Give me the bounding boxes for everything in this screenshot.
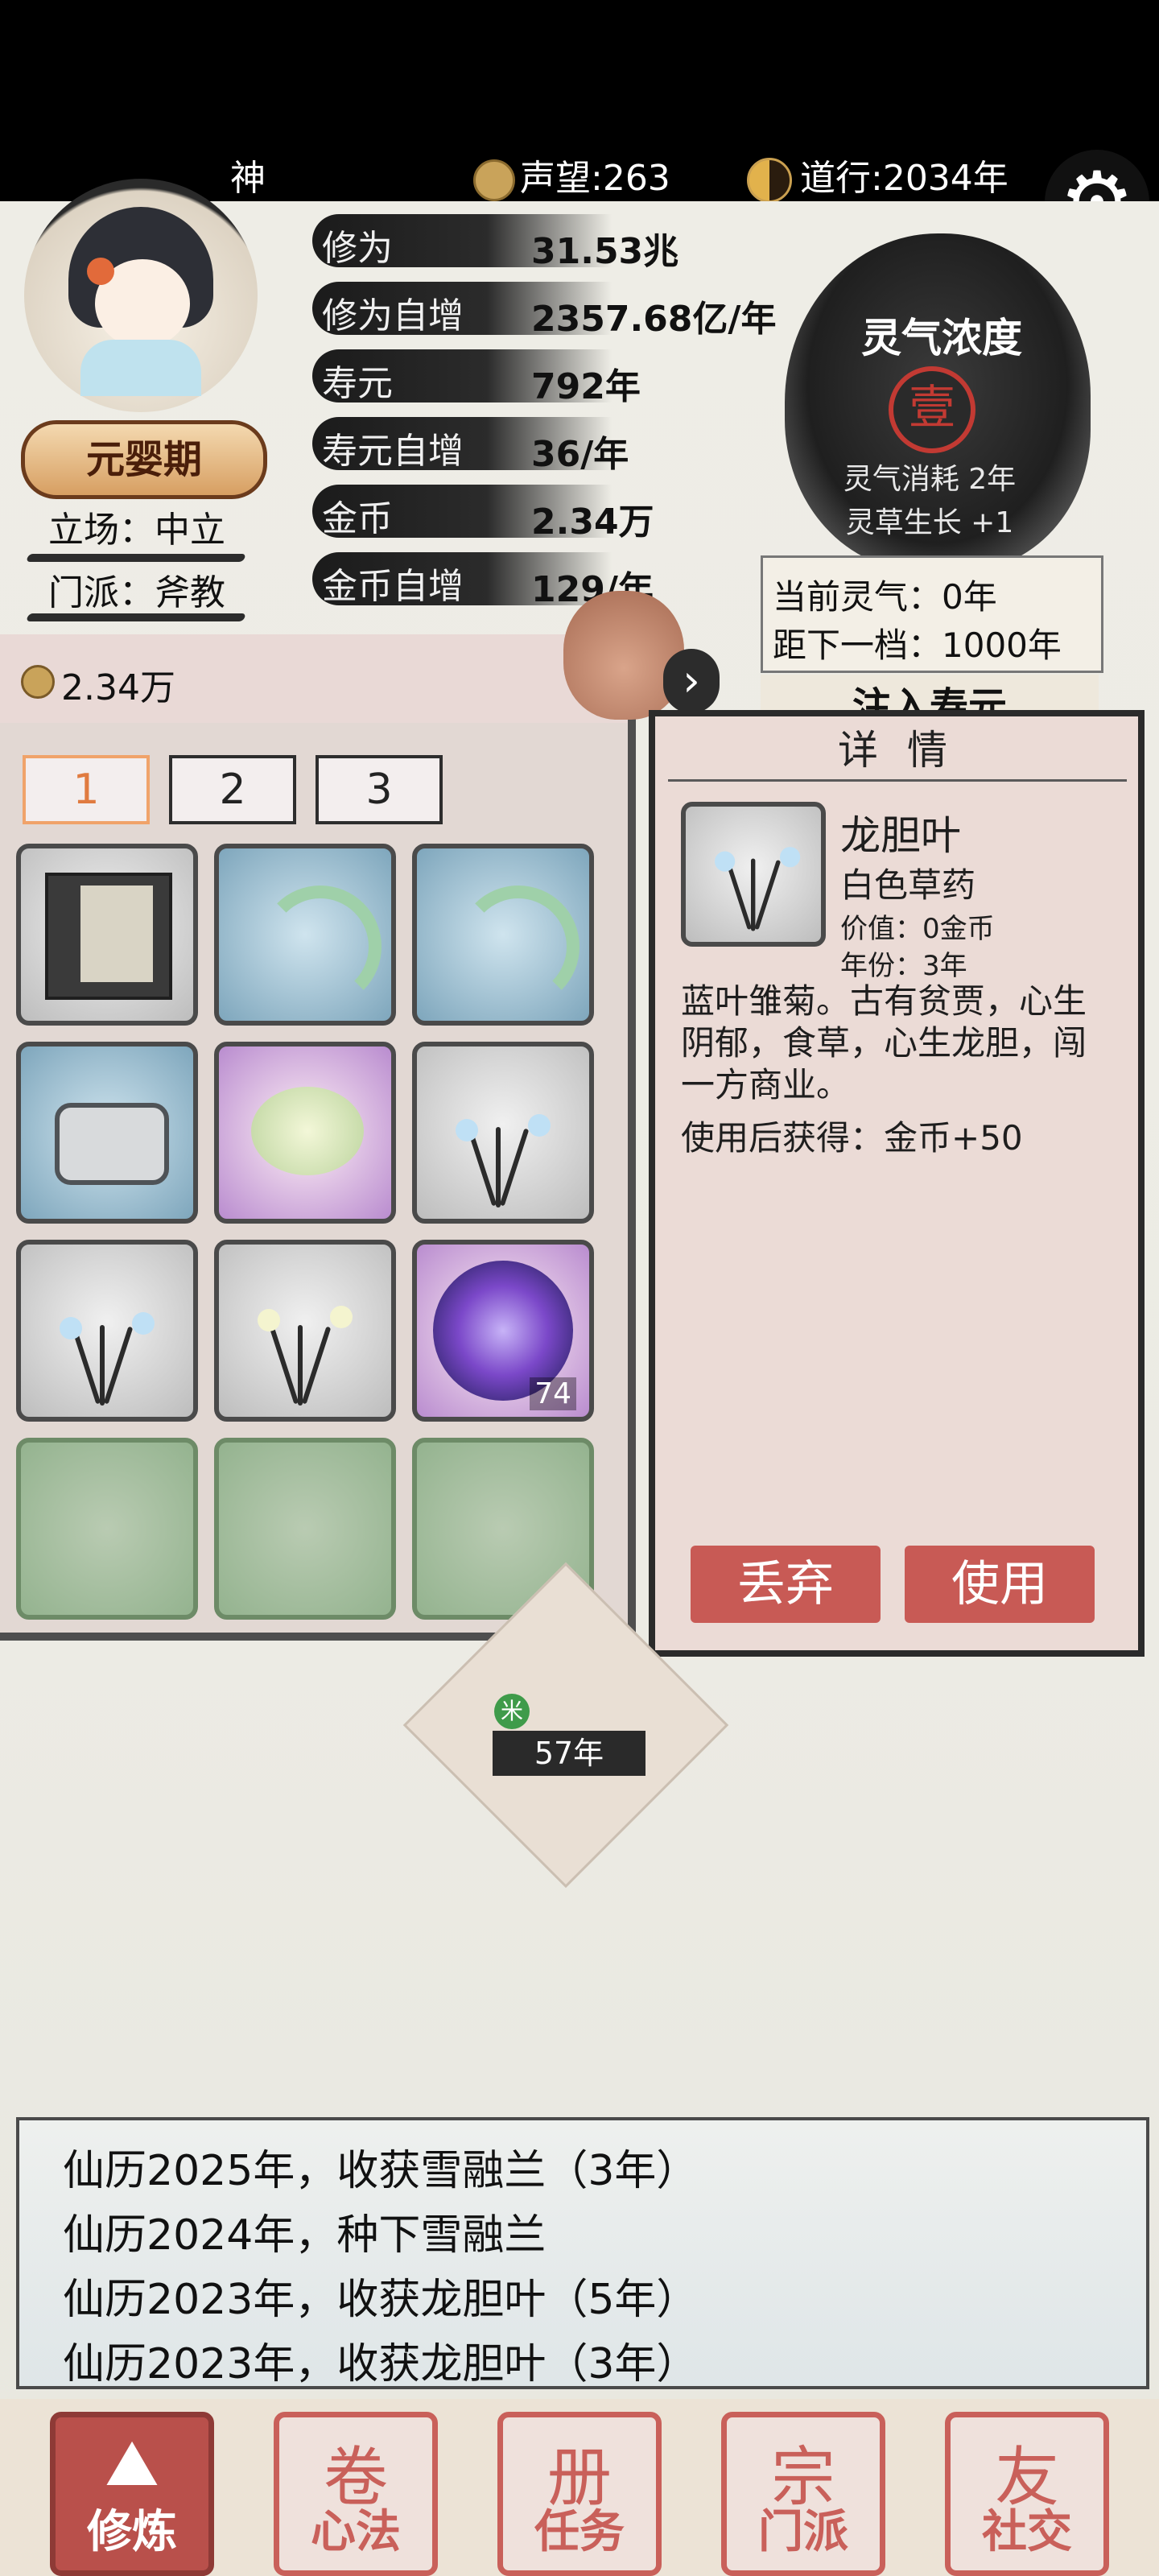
pouch-icon[interactable] [563,591,684,720]
mountain-icon: ⛰ [105,2425,159,2500]
stat-label-gold: 金币 [322,498,393,539]
nav-sect-label: 门派 [758,2506,848,2558]
log-entry: 仙历2023年，收获龙胆叶（3年） [63,2340,699,2388]
item-slot-herb[interactable] [412,1042,594,1224]
nav-technique-label: 心法 [311,2506,401,2558]
stat-label-lifespan-rate: 寿元自增 [322,431,464,472]
detail-effect: 使用后获得：金币+50 [681,1118,1023,1158]
spirit-growth: 灵草生长 +1 [845,506,1014,539]
tab-page-2[interactable]: 2 [169,755,296,824]
herb-icon [250,1306,362,1406]
spirit-level-seal: 壹 [889,366,975,453]
item-slot-empty[interactable] [214,1438,396,1620]
detail-divider [668,779,1127,782]
book-icon [45,873,172,1000]
item-stack-count: 74 [530,1377,576,1410]
item-slot-ruyi[interactable] [214,844,396,1026]
prestige-display: 声望:263 [473,149,670,201]
log-entry: 仙历2025年，收获雪融兰（3年） [63,2147,699,2195]
detail-item-value: 价值：0金币 [840,913,995,945]
nav-sect[interactable]: 宗 门派 [721,2412,885,2576]
detail-description: 蓝叶雏菊。古有贫贾，心生阴郁，食草，心生龙胆，闯一方商业。 [681,981,1087,1104]
item-slot-spirit-beast[interactable] [214,1042,396,1224]
inject-lifespan-button[interactable]: 注入寿元 [761,675,1099,715]
nav-social[interactable]: 友 社交 [945,2412,1109,2576]
nav-cultivate-label: 修炼 [87,2506,177,2558]
stance-label: 立场：中立 [48,510,225,551]
item-slot-ruyi[interactable] [412,844,594,1026]
prestige-text: 声望:263 [520,158,670,199]
detail-item-type: 白色草药 [840,865,976,905]
stat-value-gold: 2.34万 [531,502,654,543]
log-entry: 仙历2024年，种下雪融兰 [63,2211,547,2260]
nav-social-label: 社交 [982,2506,1072,2558]
herb-icon [707,847,809,931]
longevity-lock-icon [55,1103,169,1185]
herb-icon [448,1114,560,1208]
stat-label-cultivation-rate: 修为自增 [322,295,464,336]
spirit-title: 灵气浓度 [861,315,1022,361]
ruyi-icon [259,886,382,1008]
rice-icon: 米 [494,1694,530,1729]
stat-label-gold-rate: 金币自增 [322,566,464,607]
spirit-beast-icon [251,1087,364,1175]
sect-label: 门派：斧教 [48,572,225,613]
stat-label-cultivation: 修为 [322,228,393,269]
hair-flower-icon [87,258,114,285]
gold-coin-icon [21,665,55,699]
avatar-robe [80,340,201,396]
nav-technique[interactable]: 卷 心法 [274,2412,438,2576]
ink-stroke [26,554,246,562]
realm-badge: 元婴期 [21,420,267,499]
ruyi-icon [457,886,580,1008]
stat-value-lifespan: 792年 [531,366,641,407]
detail-item-icon [681,802,826,947]
item-slot-vortex[interactable]: 74 [412,1240,594,1422]
spirit-consume: 灵气消耗 2年 [843,463,1017,496]
nav-cultivate[interactable]: ⛰ 修炼 [50,2412,214,2576]
discard-button[interactable]: 丢弃 [691,1546,881,1623]
nav-quest[interactable]: 册 任务 [497,2412,662,2576]
dao-display: 道行:2034年 [747,149,1008,203]
nav-quest-label: 任务 [534,2506,625,2558]
detail-item-age: 年份：3年 [840,950,967,982]
inventory-gold: 2.34万 [61,667,175,708]
coin-icon [473,159,515,201]
plot-age: 57年 [493,1731,645,1776]
tab-page-3[interactable]: 3 [316,755,443,824]
detail-title: 详 情 [838,727,955,774]
next-qi-threshold: 距下一档：1000年 [773,625,1062,665]
item-slot-herb-white[interactable] [214,1240,396,1422]
stat-label-lifespan: 寿元 [322,363,393,404]
dao-text: 道行:2034年 [800,158,1008,199]
item-slot-herb[interactable] [16,1240,198,1422]
collapse-arrow-icon[interactable]: › [663,649,720,713]
yin-yang-icon [747,158,792,203]
event-log[interactable]: 仙历2025年，收获雪融兰（3年） 仙历2024年，种下雪融兰 仙历2023年，… [16,2117,1149,2389]
ink-stroke [26,613,246,621]
player-name: 神 [230,158,266,199]
item-slot-scroll-book[interactable] [16,844,198,1026]
stat-value-cultivation-rate: 2357.68亿/年 [531,299,777,340]
detail-item-name: 龙胆叶 [840,812,961,859]
avatar[interactable] [24,179,258,412]
stat-value-lifespan-rate: 36/年 [531,434,629,475]
current-qi: 当前灵气：0年 [773,577,997,617]
herb-icon [52,1312,164,1406]
use-button[interactable]: 使用 [905,1546,1095,1623]
item-slot-empty[interactable] [16,1438,198,1620]
stat-value-cultivation: 31.53兆 [531,231,679,272]
log-entry: 仙历2023年，收获龙胆叶（5年） [63,2276,699,2324]
tab-page-1[interactable]: 1 [23,755,150,824]
item-slot-longevity-lock[interactable] [16,1042,198,1224]
